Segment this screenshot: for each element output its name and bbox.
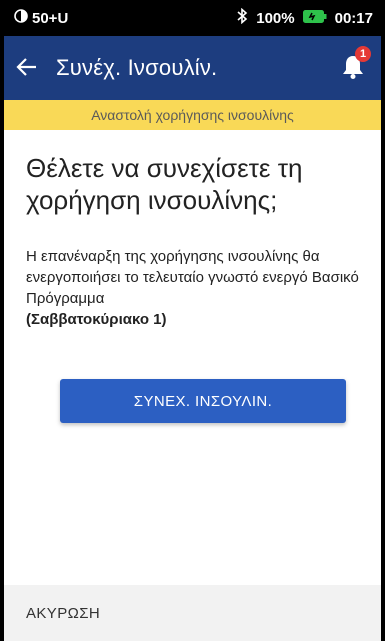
page-title: Συνέχ. Ινσουλίν.	[56, 55, 218, 80]
explanation-body: Η επανέναρξη της χορήγησης ινσουλίνης θα…	[26, 248, 359, 307]
sim-icon	[14, 9, 28, 27]
banner-text: Αναστολή χορήγησης ινσουλίνης	[91, 107, 294, 123]
resume-insulin-button[interactable]: ΣΥΝΕΧ. ΙΝΣΟΥΛΙΝ.	[60, 379, 346, 423]
back-arrow-icon[interactable]	[16, 53, 46, 84]
notifications-button[interactable]: 1	[341, 46, 371, 80]
status-right: 100% 00:17	[228, 7, 373, 28]
main-content: Θέλετε να συνεχίσετε τη χορήγηση ινσουλί…	[4, 130, 381, 330]
status-banner: Αναστολή χορήγησης ινσουλίνης	[4, 100, 381, 130]
bell-icon	[341, 56, 365, 84]
status-left: 50+U	[14, 9, 68, 27]
battery-icon	[302, 9, 327, 27]
network-label: 50+U	[32, 9, 69, 27]
status-bar: 50+U 100% 00:17	[4, 0, 381, 36]
battery-percent: 100%	[256, 9, 295, 27]
notification-badge: 1	[355, 46, 371, 62]
cancel-button[interactable]: ΑΚΥΡΩΣΗ	[26, 605, 100, 622]
app-bar: Συνέχ. Ινσουλίν. 1	[4, 36, 381, 100]
program-name: (Σαββατοκύριακο 1)	[26, 311, 167, 328]
footer-bar: ΑΚΥΡΩΣΗ	[4, 585, 381, 641]
clock: 00:17	[334, 9, 373, 27]
question-heading: Θέλετε να συνεχίσετε τη χορήγηση ινσουλί…	[26, 153, 303, 215]
explanation-text: Η επανέναρξη της χορήγησης ινσουλίνης θα…	[26, 246, 359, 330]
screen: 50+U 100% 00:17 Συνέχ. Ινσουλίν. 1 Αναστ…	[4, 0, 381, 641]
bluetooth-icon	[236, 7, 248, 28]
